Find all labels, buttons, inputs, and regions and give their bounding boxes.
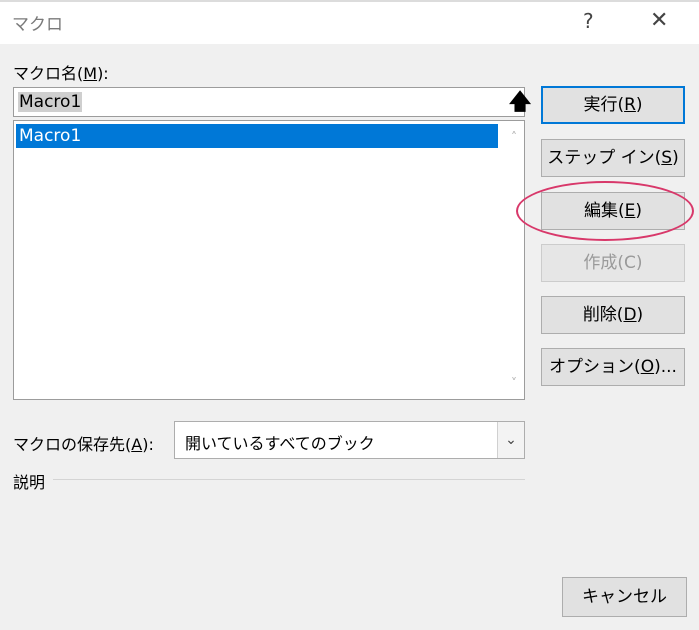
- create-button[interactable]: 作成(C): [541, 244, 685, 282]
- macro-name-label: マクロ名(M):: [13, 64, 109, 83]
- macro-name-value[interactable]: Macro1: [18, 92, 83, 112]
- store-in-value: 開いているすべてのブック: [185, 434, 375, 453]
- scroll-down-icon[interactable]: ˅: [505, 375, 523, 391]
- title-bar: マクロ ? ✕: [0, 0, 699, 44]
- description-divider: [53, 479, 525, 480]
- help-icon[interactable]: ?: [583, 9, 594, 33]
- macro-name-input[interactable]: Macro1 🡅: [13, 87, 531, 117]
- cancel-button[interactable]: キャンセル: [562, 577, 687, 617]
- store-in-select[interactable]: 開いているすべてのブック ⌄: [174, 421, 525, 459]
- chevron-down-icon[interactable]: ⌄: [497, 422, 524, 458]
- top-border: [0, 0, 699, 2]
- macro-list[interactable]: Macro1 ˄ ˅: [13, 120, 525, 400]
- description-label: 説明: [13, 473, 46, 492]
- options-button[interactable]: オプション(O)...: [541, 348, 685, 386]
- window-title: マクロ: [12, 15, 63, 35]
- delete-button[interactable]: 削除(D): [541, 296, 685, 334]
- edit-button[interactable]: 編集(E): [541, 192, 685, 230]
- run-button[interactable]: 実行(R): [541, 86, 685, 124]
- step-in-button[interactable]: ステップ イン(S): [541, 139, 685, 177]
- scroll-up-icon[interactable]: ˄: [505, 129, 523, 145]
- list-item[interactable]: Macro1: [16, 124, 498, 148]
- close-icon[interactable]: ✕: [650, 8, 668, 33]
- store-in-label: マクロの保存先(A):: [13, 435, 154, 454]
- upload-arrow-icon[interactable]: 🡅: [506, 91, 534, 115]
